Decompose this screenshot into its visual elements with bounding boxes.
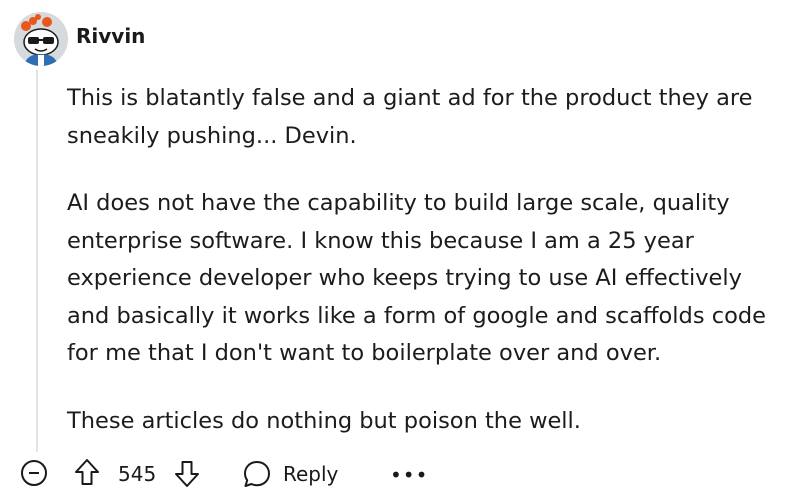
downvote-icon[interactable] (173, 459, 201, 489)
vote-score: 545 (118, 462, 157, 486)
avatar[interactable] (14, 12, 68, 66)
comment-paragraph: AI does not have the capability to build… (67, 190, 766, 366)
more-options-button[interactable]: ••• (390, 465, 428, 485)
thread-line[interactable] (36, 70, 38, 452)
snoo-avatar-icon (14, 12, 68, 66)
comment: Rivvin This is blatantly false and a gia… (0, 0, 790, 502)
upvote-icon[interactable] (73, 457, 101, 487)
comment-paragraph: These articles do nothing but poison the… (67, 407, 581, 434)
comment-body: This is blatantly false and a giant ad f… (67, 80, 777, 470)
collapse-icon[interactable] (21, 460, 47, 486)
comment-action-bar: 545 Reply ••• (21, 455, 781, 495)
comment-paragraph: This is blatantly false and a giant ad f… (67, 85, 753, 149)
reply-button[interactable]: Reply (283, 462, 338, 486)
comment-bubble-icon[interactable] (242, 459, 272, 489)
username[interactable]: Rivvin (76, 26, 145, 46)
